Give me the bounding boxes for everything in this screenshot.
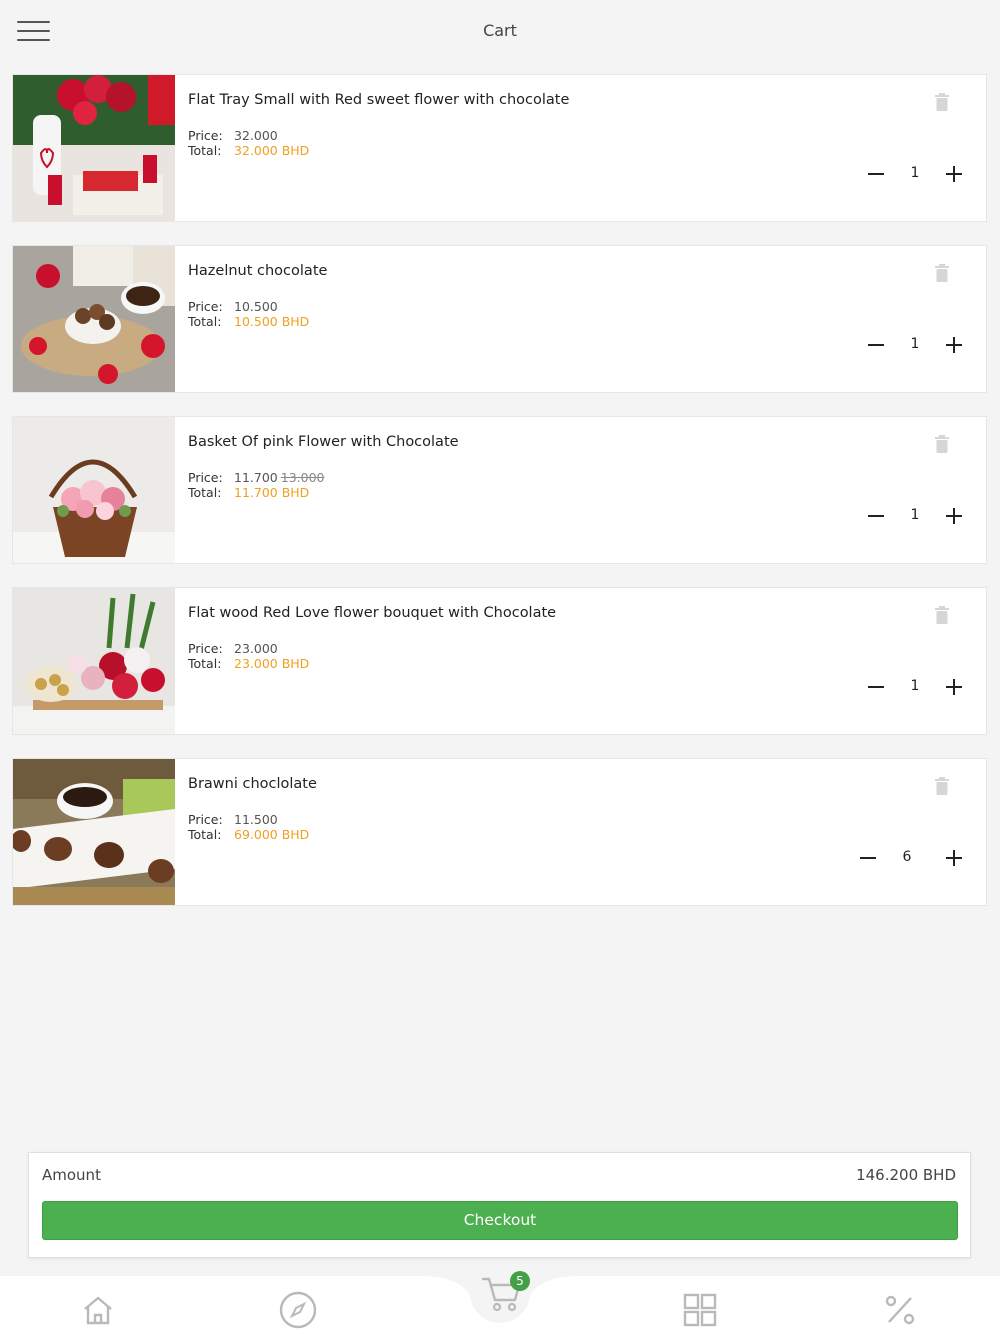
product-image[interactable] xyxy=(13,75,175,221)
price-label: Price: xyxy=(188,641,223,656)
cart-item: Brawni choclolate Price: 11.500 Total: 69.… xyxy=(12,758,987,906)
item-total: 23.000 BHD xyxy=(234,656,310,671)
cart-item: Flat Tray Small with Red sweet flower wi… xyxy=(12,74,987,222)
home-icon[interactable] xyxy=(78,1290,118,1330)
quantity-stepper: 1 xyxy=(865,163,965,185)
item-price: 11.700 xyxy=(234,470,278,485)
cart-item: Hazelnut chocolate Price: 10.500 Total: 10… xyxy=(12,245,987,393)
item-name: Flat Tray Small with Red sweet flower wi… xyxy=(188,92,570,108)
app-header: Cart xyxy=(0,0,1000,62)
total-row: Total: 32.000 BHD xyxy=(188,143,309,158)
total-row: Total: 69.000 BHD xyxy=(188,827,309,842)
item-total: 10.500 BHD xyxy=(234,314,310,329)
cart-list: Flat Tray Small with Red sweet flower wi… xyxy=(12,74,987,929)
total-row: Total: 10.500 BHD xyxy=(188,314,309,329)
price-row: Price: 10.500 xyxy=(188,299,278,314)
quantity-stepper: 1 xyxy=(865,505,965,527)
item-name: Hazelnut chocolate xyxy=(188,263,328,279)
total-row: Total: 23.000 BHD xyxy=(188,656,309,671)
total-row: Total: 11.700 BHD xyxy=(188,485,309,500)
increase-quantity-button[interactable] xyxy=(943,676,965,698)
item-total: 32.000 BHD xyxy=(234,143,310,158)
total-label: Total: xyxy=(188,314,222,329)
increase-quantity-button[interactable] xyxy=(943,847,965,869)
decrease-quantity-button[interactable] xyxy=(865,676,887,698)
price-row: Price: 11.700 13.000 xyxy=(188,470,325,485)
increase-quantity-button[interactable] xyxy=(943,505,965,527)
order-summary: Amount 146.200 BHD Checkout xyxy=(28,1152,971,1258)
checkout-button[interactable]: Checkout xyxy=(42,1201,958,1240)
cart-count-badge: 5 xyxy=(510,1271,530,1291)
item-price: 10.500 xyxy=(234,299,278,314)
quantity-stepper: 1 xyxy=(865,334,965,356)
decrease-quantity-button[interactable] xyxy=(865,334,887,356)
trash-icon[interactable] xyxy=(932,605,952,625)
amount-value: 146.200 BHD xyxy=(856,1166,956,1184)
quantity-stepper: 1 xyxy=(865,676,965,698)
quantity-value: 1 xyxy=(910,336,920,352)
price-label: Price: xyxy=(188,299,223,314)
amount-label: Amount xyxy=(42,1166,101,1184)
product-image[interactable] xyxy=(13,588,175,734)
compass-icon[interactable] xyxy=(278,1290,318,1330)
trash-icon[interactable] xyxy=(932,776,952,796)
product-image[interactable] xyxy=(13,246,175,392)
quantity-value: 6 xyxy=(902,849,912,865)
total-label: Total: xyxy=(188,485,222,500)
increase-quantity-button[interactable] xyxy=(943,163,965,185)
price-row: Price: 11.500 xyxy=(188,812,278,827)
item-name: Basket Of pink Flower with Chocolate xyxy=(188,434,459,450)
percent-icon[interactable] xyxy=(880,1290,920,1330)
quantity-value: 1 xyxy=(910,507,920,523)
cart-item: Flat wood Red Love flower bouquet with C… xyxy=(12,587,987,735)
cart-item: Basket Of pink Flower with Chocolate Pri… xyxy=(12,416,987,564)
item-price: 11.500 xyxy=(234,812,278,827)
price-label: Price: xyxy=(188,470,223,485)
total-label: Total: xyxy=(188,827,222,842)
item-name: Flat wood Red Love flower bouquet with C… xyxy=(188,605,557,621)
page-title: Cart xyxy=(483,21,517,40)
price-label: Price: xyxy=(188,812,223,827)
total-label: Total: xyxy=(188,143,222,158)
item-total: 69.000 BHD xyxy=(234,827,310,842)
decrease-quantity-button[interactable] xyxy=(865,505,887,527)
quantity-stepper: 6 xyxy=(857,847,965,869)
item-price: 23.000 xyxy=(234,641,278,656)
trash-icon[interactable] xyxy=(932,263,952,283)
item-name: Brawni choclolate xyxy=(188,776,317,792)
total-label: Total: xyxy=(188,656,222,671)
quantity-value: 1 xyxy=(910,165,920,181)
product-image[interactable] xyxy=(13,759,175,905)
item-total: 11.700 BHD xyxy=(234,485,310,500)
item-price: 32.000 xyxy=(234,128,278,143)
trash-icon[interactable] xyxy=(932,434,952,454)
grid-icon[interactable] xyxy=(680,1290,720,1330)
price-label: Price: xyxy=(188,128,223,143)
decrease-quantity-button[interactable] xyxy=(865,163,887,185)
price-row: Price: 32.000 xyxy=(188,128,278,143)
price-row: Price: 23.000 xyxy=(188,641,278,656)
original-price: 13.000 xyxy=(280,470,325,485)
increase-quantity-button[interactable] xyxy=(943,334,965,356)
product-image[interactable] xyxy=(13,417,175,563)
quantity-value: 1 xyxy=(910,678,920,694)
decrease-quantity-button[interactable] xyxy=(857,847,879,869)
trash-icon[interactable] xyxy=(932,92,952,112)
